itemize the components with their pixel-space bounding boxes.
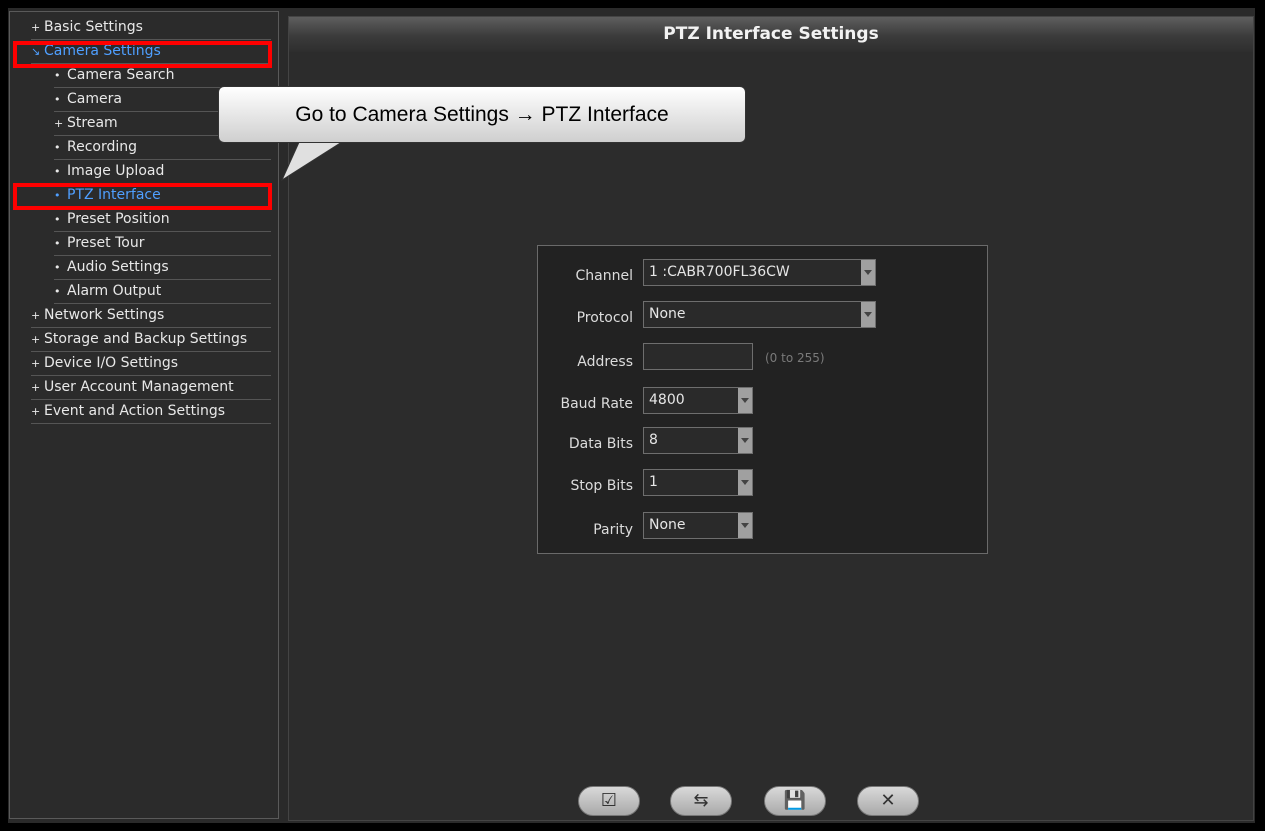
bullet-icon: • xyxy=(54,189,61,202)
sidebar-item-label: Alarm Output xyxy=(67,283,162,299)
sidebar-item-device-io-settings[interactable]: + Device I/O Settings xyxy=(31,353,271,376)
dropdown-arrow-icon[interactable] xyxy=(738,513,752,538)
expand-plus-icon: + xyxy=(31,405,41,418)
tutorial-callout: Go to Camera Settings → PTZ Interface xyxy=(218,86,746,143)
sidebar-item-label: PTZ Interface xyxy=(67,187,161,203)
stop-bits-label: Stop Bits xyxy=(570,478,633,494)
bullet-icon: • xyxy=(54,285,61,298)
close-button[interactable]: ✕ xyxy=(857,786,919,816)
expand-plus-icon: + xyxy=(31,381,41,394)
sidebar-item-label: Audio Settings xyxy=(67,259,169,275)
channel-label: Channel xyxy=(575,268,633,284)
sidebar-item-audio-settings[interactable]: • Audio Settings xyxy=(54,257,271,280)
sidebar-item-basic-settings[interactable]: + Basic Settings xyxy=(31,17,271,40)
collapse-arrow-icon: ↘ xyxy=(31,45,41,58)
baud-rate-label: Baud Rate xyxy=(560,396,634,412)
bullet-icon: • xyxy=(54,237,61,250)
data-bits-label: Data Bits xyxy=(568,436,633,452)
save-button[interactable]: 💾 xyxy=(764,786,826,816)
channel-select[interactable]: 1 :CABR700FL36CW xyxy=(643,259,876,286)
protocol-value: None xyxy=(649,306,686,322)
expand-plus-icon: + xyxy=(31,357,41,370)
dropdown-arrow-icon[interactable] xyxy=(738,388,752,413)
sidebar-item-preset-tour[interactable]: • Preset Tour xyxy=(54,233,271,256)
dropdown-arrow-icon[interactable] xyxy=(738,470,752,495)
sidebar-item-camera-settings[interactable]: ↘ Camera Settings xyxy=(31,41,271,64)
baud-rate-select[interactable]: 4800 xyxy=(643,387,753,414)
sidebar-item-label: Recording xyxy=(67,139,138,155)
apply-button[interactable]: ☑ xyxy=(578,786,640,816)
sidebar-item-label: Image Upload xyxy=(67,163,165,179)
channel-value: 1 :CABR700FL36CW xyxy=(649,264,790,280)
stop-bits-value: 1 xyxy=(649,474,658,490)
sidebar-item-label: Stream xyxy=(67,115,118,131)
sidebar-item-label: Camera xyxy=(67,91,122,107)
protocol-select[interactable]: None xyxy=(643,301,876,328)
bullet-icon: • xyxy=(54,213,61,226)
sidebar-item-alarm-output[interactable]: • Alarm Output xyxy=(54,281,271,304)
bullet-icon: • xyxy=(54,141,61,154)
sidebar-item-label: Event and Action Settings xyxy=(44,403,226,419)
sidebar-item-label: Network Settings xyxy=(44,307,165,323)
dropdown-arrow-icon[interactable] xyxy=(861,260,875,285)
sidebar-item-label: Camera Settings xyxy=(44,43,161,59)
sidebar-item-preset-position[interactable]: • Preset Position xyxy=(54,209,271,232)
bullet-icon: • xyxy=(54,261,61,274)
sidebar-item-label: Preset Position xyxy=(67,211,170,227)
sidebar-item-storage-backup-settings[interactable]: + Storage and Backup Settings xyxy=(31,329,271,352)
parity-value: None xyxy=(649,517,686,533)
refresh-button[interactable]: ⇆ xyxy=(670,786,732,816)
bullet-icon: • xyxy=(54,69,61,82)
expand-plus-icon: + xyxy=(31,21,41,34)
sidebar-item-camera-search[interactable]: • Camera Search xyxy=(54,65,271,88)
sidebar-item-label: Camera Search xyxy=(67,67,175,83)
ptz-settings-form: Channel 1 :CABR700FL36CW Protocol None A… xyxy=(537,245,988,554)
data-bits-select[interactable]: 8 xyxy=(643,427,753,454)
sidebar-item-label: Preset Tour xyxy=(67,235,145,251)
dropdown-arrow-icon[interactable] xyxy=(738,428,752,453)
stop-bits-select[interactable]: 1 xyxy=(643,469,753,496)
sidebar-item-image-upload[interactable]: • Image Upload xyxy=(54,161,271,184)
sidebar-item-label: Basic Settings xyxy=(44,19,143,35)
refresh-arrows-icon: ⇆ xyxy=(693,790,709,811)
expand-plus-icon: + xyxy=(31,333,41,346)
data-bits-value: 8 xyxy=(649,432,658,448)
sidebar-item-label: Storage and Backup Settings xyxy=(44,331,248,347)
expand-plus-icon: + xyxy=(54,117,64,130)
sidebar-item-event-action-settings[interactable]: + Event and Action Settings xyxy=(31,401,271,424)
bullet-icon: • xyxy=(54,93,61,106)
baud-rate-value: 4800 xyxy=(649,392,685,408)
save-disk-icon: 💾 xyxy=(783,790,807,811)
sidebar-item-ptz-interface[interactable]: • PTZ Interface xyxy=(54,185,271,208)
page-title: PTZ Interface Settings xyxy=(289,17,1253,52)
parity-select[interactable]: None xyxy=(643,512,753,539)
close-x-icon: ✕ xyxy=(880,790,896,811)
protocol-label: Protocol xyxy=(576,310,633,326)
sidebar-item-label: User Account Management xyxy=(44,379,234,395)
address-label: Address xyxy=(577,354,633,370)
dropdown-arrow-icon[interactable] xyxy=(861,302,875,327)
sidebar-item-user-account-management[interactable]: + User Account Management xyxy=(31,377,271,400)
apply-check-icon: ☑ xyxy=(600,790,618,811)
address-range-hint: (0 to 255) xyxy=(765,351,825,365)
address-input[interactable] xyxy=(643,343,753,370)
sidebar-item-network-settings[interactable]: + Network Settings xyxy=(31,305,271,328)
sidebar-item-label: Device I/O Settings xyxy=(44,355,179,371)
expand-plus-icon: + xyxy=(31,309,41,322)
parity-label: Parity xyxy=(593,522,633,538)
bullet-icon: • xyxy=(54,165,61,178)
